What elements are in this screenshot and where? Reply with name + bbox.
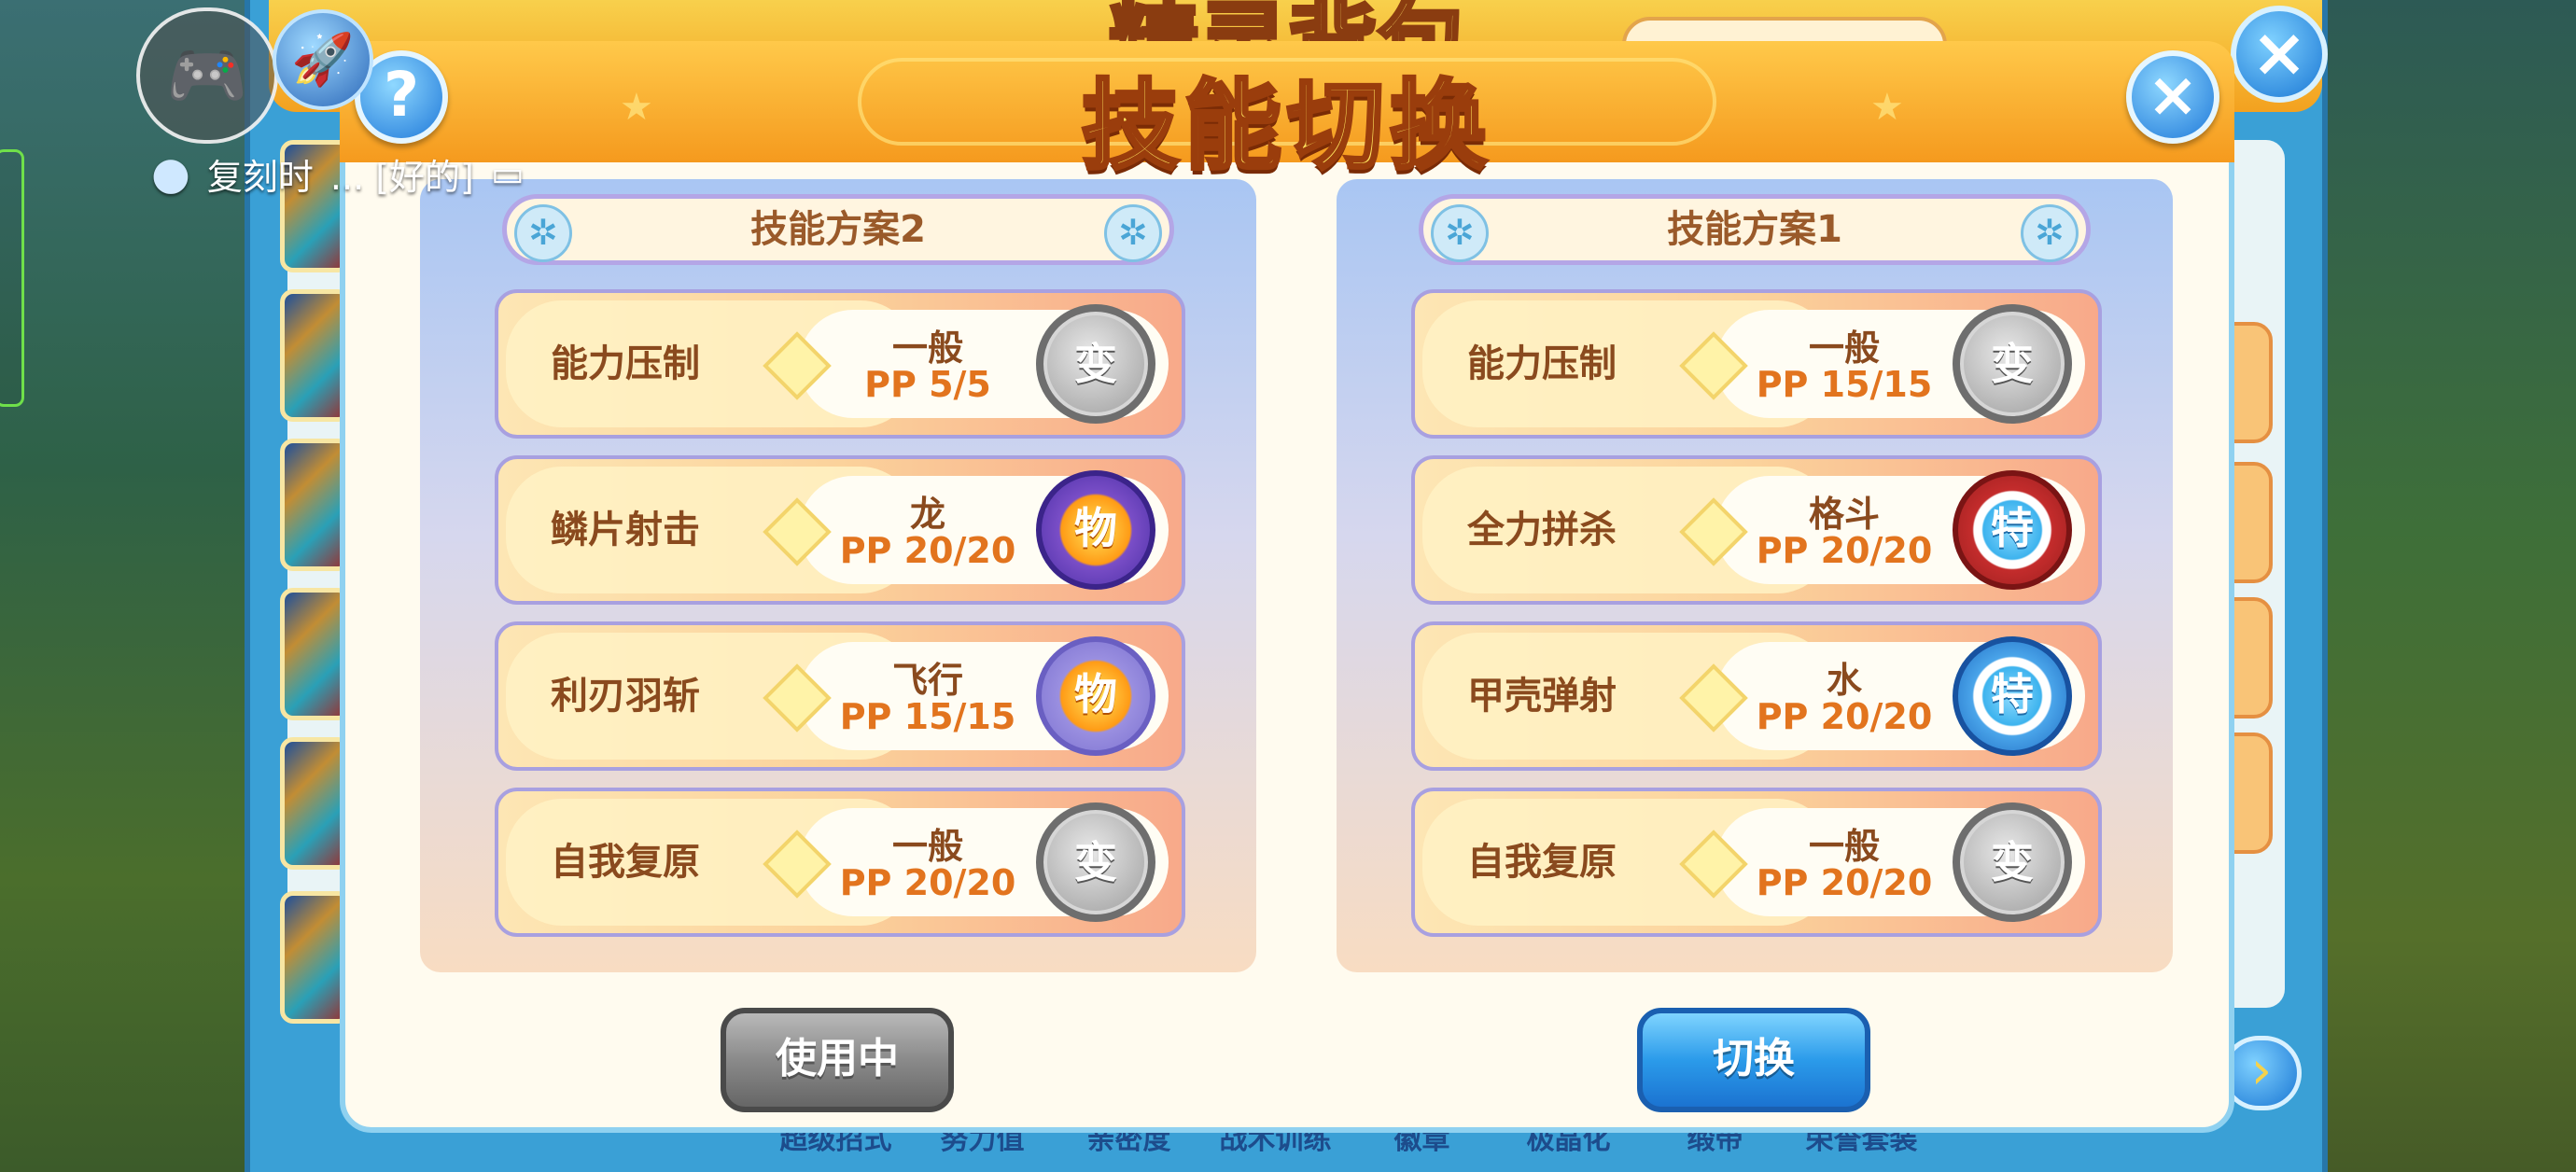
- skill-name: 自我复原: [551, 841, 700, 884]
- physical-category-icon: 物: [1036, 470, 1155, 590]
- skill-pp: PP 15/15: [1756, 364, 1933, 405]
- skill-row[interactable]: 能力压制 一般 PP 5/5 变: [495, 289, 1185, 439]
- physical-category-icon: 物: [1036, 636, 1155, 756]
- skill-pp: PP 15/15: [839, 696, 1016, 737]
- skill-type: 一般: [1808, 328, 1880, 369]
- close-icon[interactable]: ×: [2126, 50, 2219, 144]
- dialog-title: 技能切换: [1080, 67, 1492, 185]
- chat-quote: ... [好的]: [329, 156, 474, 198]
- skill-name: 甲壳弹射: [1467, 675, 1617, 718]
- skill-type: 一般: [1808, 826, 1880, 867]
- skill-row[interactable]: 自我复原 一般 PP 20/20 变: [1411, 788, 2102, 937]
- skill-pp: PP 20/20: [839, 530, 1016, 571]
- skill-plan-title: ✲ 技能方案2 ✲: [502, 194, 1174, 265]
- skill-row[interactable]: 利刃羽斩 飞行 PP 15/15 物: [495, 621, 1185, 771]
- plan-ornament-icon: ✲: [514, 204, 572, 262]
- skill-switch-dialog: ✲ 技能方案2 ✲ 能力压制 一般 PP 5/5 变 鳞片射击 龙 PP 20/…: [340, 41, 2234, 1133]
- penguin-icon: ●: [151, 147, 190, 200]
- skill-type: 飞行: [891, 660, 963, 701]
- skill-plan-title: ✲ 技能方案1 ✲: [1419, 194, 2091, 265]
- skill-plan-2-panel: ✲ 技能方案2 ✲ 能力压制 一般 PP 5/5 变 鳞片射击 龙 PP 20/…: [420, 179, 1256, 972]
- plan-ornament-icon: ✲: [1431, 204, 1489, 262]
- skill-name: 利刃羽斩: [551, 675, 700, 718]
- chat-bubble-icon: ▭: [490, 153, 525, 194]
- in-use-button[interactable]: 使用中: [721, 1008, 954, 1112]
- skill-name: 能力压制: [1467, 342, 1617, 385]
- skill-plan-1-panel: ✲ 技能方案1 ✲ 能力压制 一般 PP 15/15 变 全力拼杀 格斗 PP …: [1337, 179, 2173, 972]
- background-right: [2324, 0, 2576, 1172]
- chat-text: 复刻时: [206, 156, 314, 198]
- dialog-header: ★ ★ 技能切换 ? ×: [340, 41, 2234, 185]
- plan-ornament-icon: ✲: [2021, 204, 2079, 262]
- skill-pp: PP 20/20: [839, 862, 1016, 903]
- skill-type: 水: [1826, 660, 1862, 701]
- switch-button[interactable]: 切换: [1637, 1008, 1870, 1112]
- special-category-icon: 特: [1953, 470, 2072, 590]
- skill-type: 一般: [891, 328, 963, 369]
- skill-row[interactable]: 鳞片射击 龙 PP 20/20 物: [495, 455, 1185, 605]
- status-category-icon: 变: [1953, 304, 2072, 424]
- skill-row[interactable]: 全力拼杀 格斗 PP 20/20 特: [1411, 455, 2102, 605]
- skill-row[interactable]: 甲壳弹射 水 PP 20/20 特: [1411, 621, 2102, 771]
- side-drawer-tab[interactable]: [0, 149, 24, 407]
- skill-type: 龙: [909, 494, 945, 535]
- skill-pp: PP 5/5: [864, 364, 991, 405]
- skill-pp: PP 20/20: [1756, 530, 1933, 571]
- rocket-icon[interactable]: 🚀: [273, 9, 373, 110]
- gamepad-icon[interactable]: 🎮: [136, 7, 278, 144]
- status-category-icon: 变: [1953, 802, 2072, 922]
- skill-type: 一般: [891, 826, 963, 867]
- plan-ornament-icon: ✲: [1104, 204, 1162, 262]
- skill-type: 格斗: [1808, 494, 1880, 535]
- skill-row[interactable]: 能力压制 一般 PP 15/15 变: [1411, 289, 2102, 439]
- skill-name: 鳞片射击: [551, 509, 700, 551]
- skill-name: 自我复原: [1467, 841, 1617, 884]
- status-category-icon: 变: [1036, 304, 1155, 424]
- pet-bag-close-icon[interactable]: ×: [2231, 6, 2328, 103]
- skill-name: 能力压制: [551, 342, 700, 385]
- special-category-icon: 特: [1953, 636, 2072, 756]
- skill-pp: PP 20/20: [1756, 696, 1933, 737]
- skill-name: 全力拼杀: [1467, 509, 1617, 551]
- chat-notification[interactable]: ● 复刻时 ... [好的] ▭: [151, 146, 525, 202]
- skill-row[interactable]: 自我复原 一般 PP 20/20 变: [495, 788, 1185, 937]
- skill-pp: PP 20/20: [1756, 862, 1933, 903]
- status-category-icon: 变: [1036, 802, 1155, 922]
